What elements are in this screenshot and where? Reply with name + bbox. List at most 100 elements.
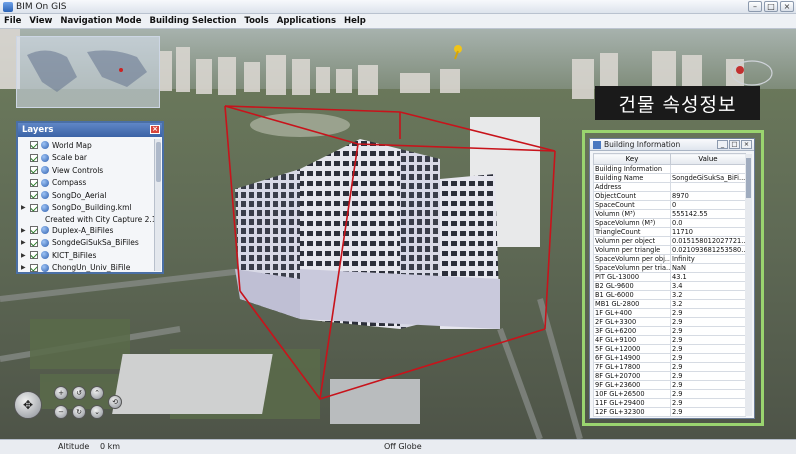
table-row[interactable]: SpaceVolumn (M³) 0.0 <box>593 218 746 228</box>
rotate-left-icon[interactable]: ↺ <box>72 386 86 400</box>
table-row[interactable]: TriangleCount 11710 <box>593 227 746 237</box>
table-row[interactable]: SpaceVolumn per tria... NaN <box>593 263 746 273</box>
minimize-button[interactable]: _ <box>717 140 728 149</box>
pan-control-icon[interactable]: ✥ <box>14 391 42 419</box>
table-row[interactable]: SpaceVolumn per obj... Infinity <box>593 254 746 264</box>
layer-checkbox[interactable] <box>30 203 38 212</box>
key-cell: 6F GL+14900 <box>593 353 671 363</box>
column-header-key[interactable]: Key <box>593 153 671 165</box>
layer-checkbox[interactable] <box>30 263 38 272</box>
expander-icon[interactable]: ▶ <box>21 239 27 246</box>
menu-file[interactable]: File <box>4 16 21 26</box>
table-row[interactable]: Building Name SongdeGiSukSa_BiFi... <box>593 173 746 183</box>
close-button[interactable]: × <box>741 140 752 149</box>
layer-item[interactable]: ▶ SongDo_Building.kml <box>21 202 162 215</box>
layers-scrollbar[interactable] <box>154 139 161 271</box>
menu-building-selection[interactable]: Building Selection <box>149 16 236 26</box>
key-cell: 4F GL+9100 <box>593 335 671 345</box>
table-row[interactable]: 6F GL+14900 2.9 <box>593 353 746 363</box>
table-row[interactable]: Volumn (M³) 555142.55 <box>593 209 746 219</box>
value-cell: 8970 <box>670 191 746 201</box>
rotate-right-icon[interactable]: ↻ <box>72 405 86 419</box>
key-cell: 3F GL+6200 <box>593 326 671 336</box>
layer-checkbox[interactable] <box>30 166 38 175</box>
table-row[interactable]: 2F GL+3300 2.9 <box>593 317 746 327</box>
table-row[interactable]: 4F GL+9100 2.9 <box>593 335 746 345</box>
building-attributes-label: 건물 속성정보 <box>595 86 760 120</box>
expander-icon[interactable]: ▶ <box>21 204 27 211</box>
view-controls: ✥ + − ↺ ↻ ⌃ ⌄ ⟲ <box>14 383 134 429</box>
key-cell: PIT GL-13000 <box>593 272 671 282</box>
zoom-in-icon[interactable]: + <box>54 386 68 400</box>
layer-checkbox[interactable] <box>30 141 38 150</box>
value-cell: 11710 <box>670 227 746 237</box>
layer-checkbox[interactable] <box>30 178 38 187</box>
menu-view[interactable]: View <box>29 16 52 26</box>
globe-icon <box>41 238 49 247</box>
menu-navigation-mode[interactable]: Navigation Mode <box>60 16 141 26</box>
table-row[interactable]: 7F GL+17800 2.9 <box>593 362 746 372</box>
zoom-out-icon[interactable]: − <box>54 405 68 419</box>
reset-view-icon[interactable]: ⟲ <box>108 395 122 409</box>
layer-checkbox[interactable] <box>30 191 38 200</box>
table-row[interactable]: Volumn per object 0.015158012027721... <box>593 236 746 246</box>
table-row[interactable]: 1F GL+400 2.9 <box>593 308 746 318</box>
layer-checkbox[interactable] <box>30 251 38 260</box>
column-header-value[interactable]: Value <box>670 153 746 165</box>
close-button[interactable]: × <box>780 1 794 12</box>
table-row[interactable]: Volumn per triangle 0.021093681253580... <box>593 245 746 255</box>
layer-checkbox[interactable] <box>30 226 38 235</box>
layer-label: Duplex-A_BiFiles <box>52 225 114 235</box>
layers-close-button[interactable]: × <box>150 125 160 134</box>
expander-icon[interactable]: ▶ <box>21 264 27 271</box>
table-row[interactable]: Building Information <box>593 164 746 174</box>
table-row[interactable]: 10F GL+26500 2.9 <box>593 389 746 399</box>
expander-icon[interactable]: ▶ <box>21 227 27 234</box>
value-cell: 2.9 <box>670 362 746 372</box>
layer-item[interactable]: Compass <box>21 177 162 190</box>
table-row[interactable]: 12F GL+32300 2.9 <box>593 407 746 417</box>
layer-checkbox[interactable] <box>30 238 38 247</box>
table-row[interactable]: SpaceCount 0 <box>593 200 746 210</box>
tilt-down-icon[interactable]: ⌄ <box>90 405 104 419</box>
layers-panel: Layers × World Map Scale bar View Contro… <box>16 121 164 274</box>
layer-item[interactable]: View Controls <box>21 164 162 177</box>
building-info-scrollbar[interactable] <box>745 154 752 416</box>
table-row[interactable]: PIT GL-13000 43.1 <box>593 272 746 282</box>
key-cell: 2F GL+3300 <box>593 317 671 327</box>
layer-item[interactable]: World Map <box>21 139 162 152</box>
table-row[interactable]: B2 GL-9600 3.4 <box>593 281 746 291</box>
table-row[interactable]: MB1 GL-2800 3.2 <box>593 299 746 309</box>
table-row[interactable]: Address <box>593 182 746 192</box>
layer-item[interactable]: ▶ Duplex-A_BiFiles <box>21 224 162 237</box>
menu-help[interactable]: Help <box>344 16 366 26</box>
menu-applications[interactable]: Applications <box>277 16 336 26</box>
expander-icon[interactable]: ▶ <box>21 252 27 259</box>
menu-tools[interactable]: Tools <box>244 16 268 26</box>
layer-checkbox[interactable] <box>30 153 38 162</box>
key-cell: Volumn per object <box>593 236 671 246</box>
value-cell: NaN <box>670 263 746 273</box>
table-row[interactable]: 11F GL+29400 2.9 <box>593 398 746 408</box>
table-row[interactable]: 8F GL+20700 2.9 <box>593 371 746 381</box>
status-bar: Altitude 0 km Off Globe <box>0 439 796 454</box>
building-info-titlebar[interactable]: Building Information _ □ × <box>590 139 754 151</box>
table-row[interactable]: 3F GL+6200 2.9 <box>593 326 746 336</box>
layer-item[interactable]: ▶ SongdeGiSukSa_BiFiles <box>21 237 162 250</box>
table-row[interactable]: 9F GL+23600 2.9 <box>593 380 746 390</box>
tilt-up-icon[interactable]: ⌃ <box>90 386 104 400</box>
table-row[interactable]: ObjectCount 8970 <box>593 191 746 201</box>
value-cell: 3.2 <box>670 290 746 300</box>
value-cell: 2.9 <box>670 389 746 399</box>
minimize-button[interactable]: – <box>748 1 762 12</box>
world-map-overlay[interactable] <box>16 36 160 108</box>
maximize-button[interactable]: □ <box>729 140 740 149</box>
maximize-button[interactable]: □ <box>764 1 778 12</box>
layer-item[interactable]: ▶ ChongUn_Univ_BiFile <box>21 262 162 275</box>
building-info-table: Key Value Building Information Building N… <box>593 153 746 417</box>
layer-item[interactable]: SongDo_Aerial <box>21 189 162 202</box>
layer-item[interactable]: Scale bar <box>21 152 162 165</box>
layer-item[interactable]: ▶ KICT_BiFiles <box>21 249 162 262</box>
table-row[interactable]: B1 GL-6000 3.2 <box>593 290 746 300</box>
table-row[interactable]: 5F GL+12000 2.9 <box>593 344 746 354</box>
